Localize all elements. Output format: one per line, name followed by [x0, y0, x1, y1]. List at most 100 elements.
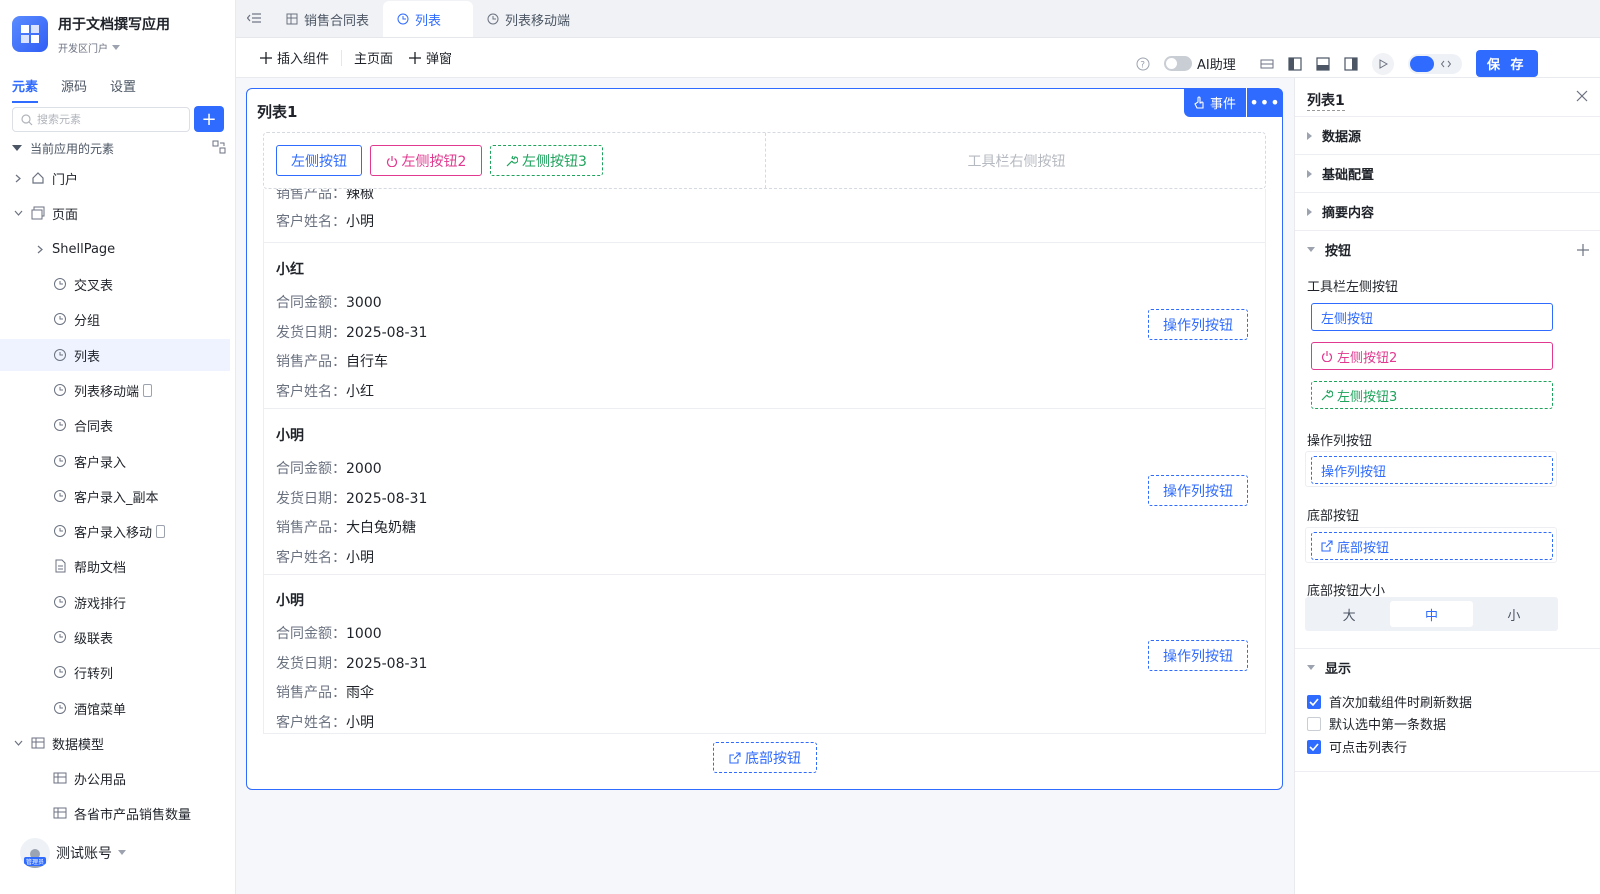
display-option[interactable]: 可点击列表行	[1307, 737, 1407, 756]
section-buttons[interactable]: 按钮	[1295, 230, 1600, 268]
tree-item-portal[interactable]: 门户	[0, 162, 230, 194]
left-button-3[interactable]: 左侧按钮3	[490, 145, 603, 176]
tree-item-pages[interactable]: 页面	[0, 197, 230, 229]
ai-switch[interactable]	[1164, 56, 1192, 71]
app-header: 用于文档撰写应用 开发区门户	[12, 16, 170, 55]
view-mode-toggle[interactable]	[1407, 53, 1462, 74]
section-basic-config[interactable]: 基础配置	[1295, 154, 1600, 192]
size-small[interactable]: 小	[1473, 601, 1555, 627]
op-column-button[interactable]: 操作列按钮	[1148, 309, 1248, 340]
tab-sales-contract[interactable]: 销售合同表	[272, 1, 383, 37]
env-switcher[interactable]: 开发区门户	[58, 40, 170, 55]
slot-bottom-button[interactable]: 底部按钮	[1311, 532, 1553, 560]
slot-left-button-1[interactable]: 左侧按钮	[1311, 303, 1553, 331]
sidebar-item-customer-entry[interactable]: 客户录入	[0, 445, 230, 477]
bottom-size-selector: 大 中 小	[1305, 597, 1558, 631]
locate-icon[interactable]	[212, 140, 226, 154]
caret-down-icon	[118, 850, 126, 856]
design-mode-icon[interactable]	[1409, 55, 1434, 72]
save-button[interactable]: 保 存	[1475, 50, 1538, 77]
sidebar-item-list[interactable]: 列表	[0, 339, 230, 371]
add-button-icon[interactable]	[1577, 243, 1589, 256]
more-icon[interactable]: •••	[1247, 88, 1283, 117]
list-component-card[interactable]: 列表1 事件 ••• 左侧按钮 左侧按钮2 左侧按钮3 工具栏右侧按钮 销售产品…	[246, 88, 1283, 790]
caret-right-icon	[1307, 207, 1312, 216]
sidebar-item-help-doc[interactable]: 帮助文档	[0, 550, 230, 582]
play-icon[interactable]	[1371, 52, 1394, 75]
display-option[interactable]: 首次加载组件时刷新数据	[1307, 692, 1472, 711]
tree-item-office-supplies[interactable]: 办公用品	[0, 762, 230, 794]
code-mode-icon[interactable]	[1434, 60, 1458, 68]
tree-section-header[interactable]: 当前应用的元素	[12, 139, 226, 157]
slot-op-button[interactable]: 操作列按钮	[1311, 456, 1553, 484]
sidebar-item-game-rank[interactable]: 游戏排行	[0, 586, 230, 618]
insert-component-button[interactable]: 插入组件	[260, 48, 329, 67]
bottom-panel-icon[interactable]	[1316, 56, 1330, 71]
sidebar-item-list-mobile[interactable]: 列表移动端	[0, 374, 230, 406]
bottom-button[interactable]: 底部按钮	[713, 742, 817, 773]
popup-button[interactable]: 弹窗	[409, 48, 452, 67]
main-page-button[interactable]: 主页面	[354, 48, 393, 67]
tree-item-label: 合同表	[74, 419, 114, 435]
tree-item-province-sales[interactable]: 各省市产品销售数量	[0, 797, 230, 829]
sidebar-item-customer-entry-mobile[interactable]: 客户录入移动	[0, 515, 230, 547]
sidebar-item-tavern-menu[interactable]: 酒馆菜单	[0, 692, 230, 724]
properties-panel: 列表1 数据源 基础配置 摘要内容 按钮 工具栏左侧按钮 左侧按钮 左侧按钮2 …	[1294, 78, 1600, 894]
section-title: 当前应用的元素	[30, 141, 115, 156]
tab-source[interactable]: 源码	[61, 76, 87, 103]
search-input[interactable]	[37, 113, 177, 126]
list-item[interactable]: 小明 合同金额：1000 发货日期：2025-08-31 销售产品：雨伞 客户姓名：小明…	[264, 574, 1265, 733]
checkbox[interactable]	[1307, 716, 1321, 731]
sidebar-item-group[interactable]: 分组	[0, 303, 230, 335]
help-icon[interactable]: ?	[1136, 57, 1150, 71]
toolbar-left-label: 工具栏左侧按钮	[1307, 280, 1399, 295]
list-item[interactable]: 小红 合同金额：3000 发货日期：2025-08-31 销售产品：自行车 客户姓名：小…	[264, 243, 1265, 409]
section-summary[interactable]: 摘要内容	[1295, 192, 1600, 230]
tab-settings[interactable]: 设置	[110, 76, 136, 103]
field-product: 销售产品：辣椒	[276, 189, 374, 202]
item-title: 小明	[276, 428, 304, 444]
size-large[interactable]: 大	[1308, 601, 1390, 627]
table-icon	[52, 770, 68, 786]
left-panel-icon[interactable]	[1288, 56, 1302, 71]
checked-checkbox[interactable]	[1307, 739, 1321, 754]
tab-list[interactable]: 列表	[383, 1, 474, 37]
page-icon	[52, 629, 68, 645]
event-button[interactable]: 事件	[1183, 88, 1247, 117]
sidebar-item-row-to-col[interactable]: 行转列	[0, 656, 230, 688]
close-icon[interactable]	[1576, 90, 1588, 102]
sidebar-item-customer-entry-copy[interactable]: 客户录入_副本	[0, 480, 230, 512]
right-panel-icon[interactable]	[1344, 56, 1358, 71]
sidebar-item-contract[interactable]: 合同表	[0, 409, 230, 441]
tree-item-shellpage[interactable]: ShellPage	[0, 233, 230, 265]
op-column-button[interactable]: 操作列按钮	[1148, 475, 1248, 506]
section-datasource[interactable]: 数据源	[1295, 116, 1600, 154]
right-toolbar-placeholder[interactable]: 工具栏右侧按钮	[766, 151, 1267, 171]
grid-layout-icon[interactable]	[1260, 57, 1274, 71]
op-column-button[interactable]: 操作列按钮	[1148, 640, 1248, 671]
size-medium[interactable]: 中	[1390, 601, 1473, 627]
tab-elements[interactable]: 元素	[12, 76, 39, 103]
checked-checkbox[interactable]	[1307, 694, 1321, 709]
list-item[interactable]: 小明 合同金额：2000 发货日期：2025-08-31 销售产品：大白兔奶糖 客户姓名…	[264, 409, 1265, 575]
add-element-button[interactable]: +	[194, 106, 224, 132]
list-item[interactable]: 销售产品：辣椒 客户姓名：小明	[264, 189, 1265, 243]
pointer-icon	[1194, 96, 1206, 109]
ai-assistant-toggle[interactable]: AI助理	[1164, 54, 1236, 73]
item-field: 合同金额：3000	[276, 295, 382, 311]
section-display[interactable]: 显示	[1295, 648, 1600, 686]
collapse-sidebar-icon[interactable]	[236, 0, 272, 37]
sidebar-item-crosstab[interactable]: 交叉表	[0, 268, 230, 300]
page-icon	[52, 453, 68, 469]
tree-item-data-model[interactable]: 数据模型	[0, 727, 230, 759]
slot-left-button-2[interactable]: 左侧按钮2	[1311, 342, 1553, 370]
wrench-icon	[506, 155, 519, 167]
left-button-2[interactable]: 左侧按钮2	[370, 145, 482, 176]
page-icon	[487, 13, 499, 25]
left-button-1[interactable]: 左侧按钮	[276, 145, 362, 176]
sidebar-item-cascade[interactable]: 级联表	[0, 621, 230, 653]
slot-left-button-3[interactable]: 左侧按钮3	[1311, 381, 1553, 409]
display-option[interactable]: 默认选中第一条数据	[1307, 714, 1446, 733]
tab-list-mobile[interactable]: 列表移动端	[473, 1, 584, 37]
user-menu[interactable]: 管理员 测试账号	[20, 838, 126, 868]
